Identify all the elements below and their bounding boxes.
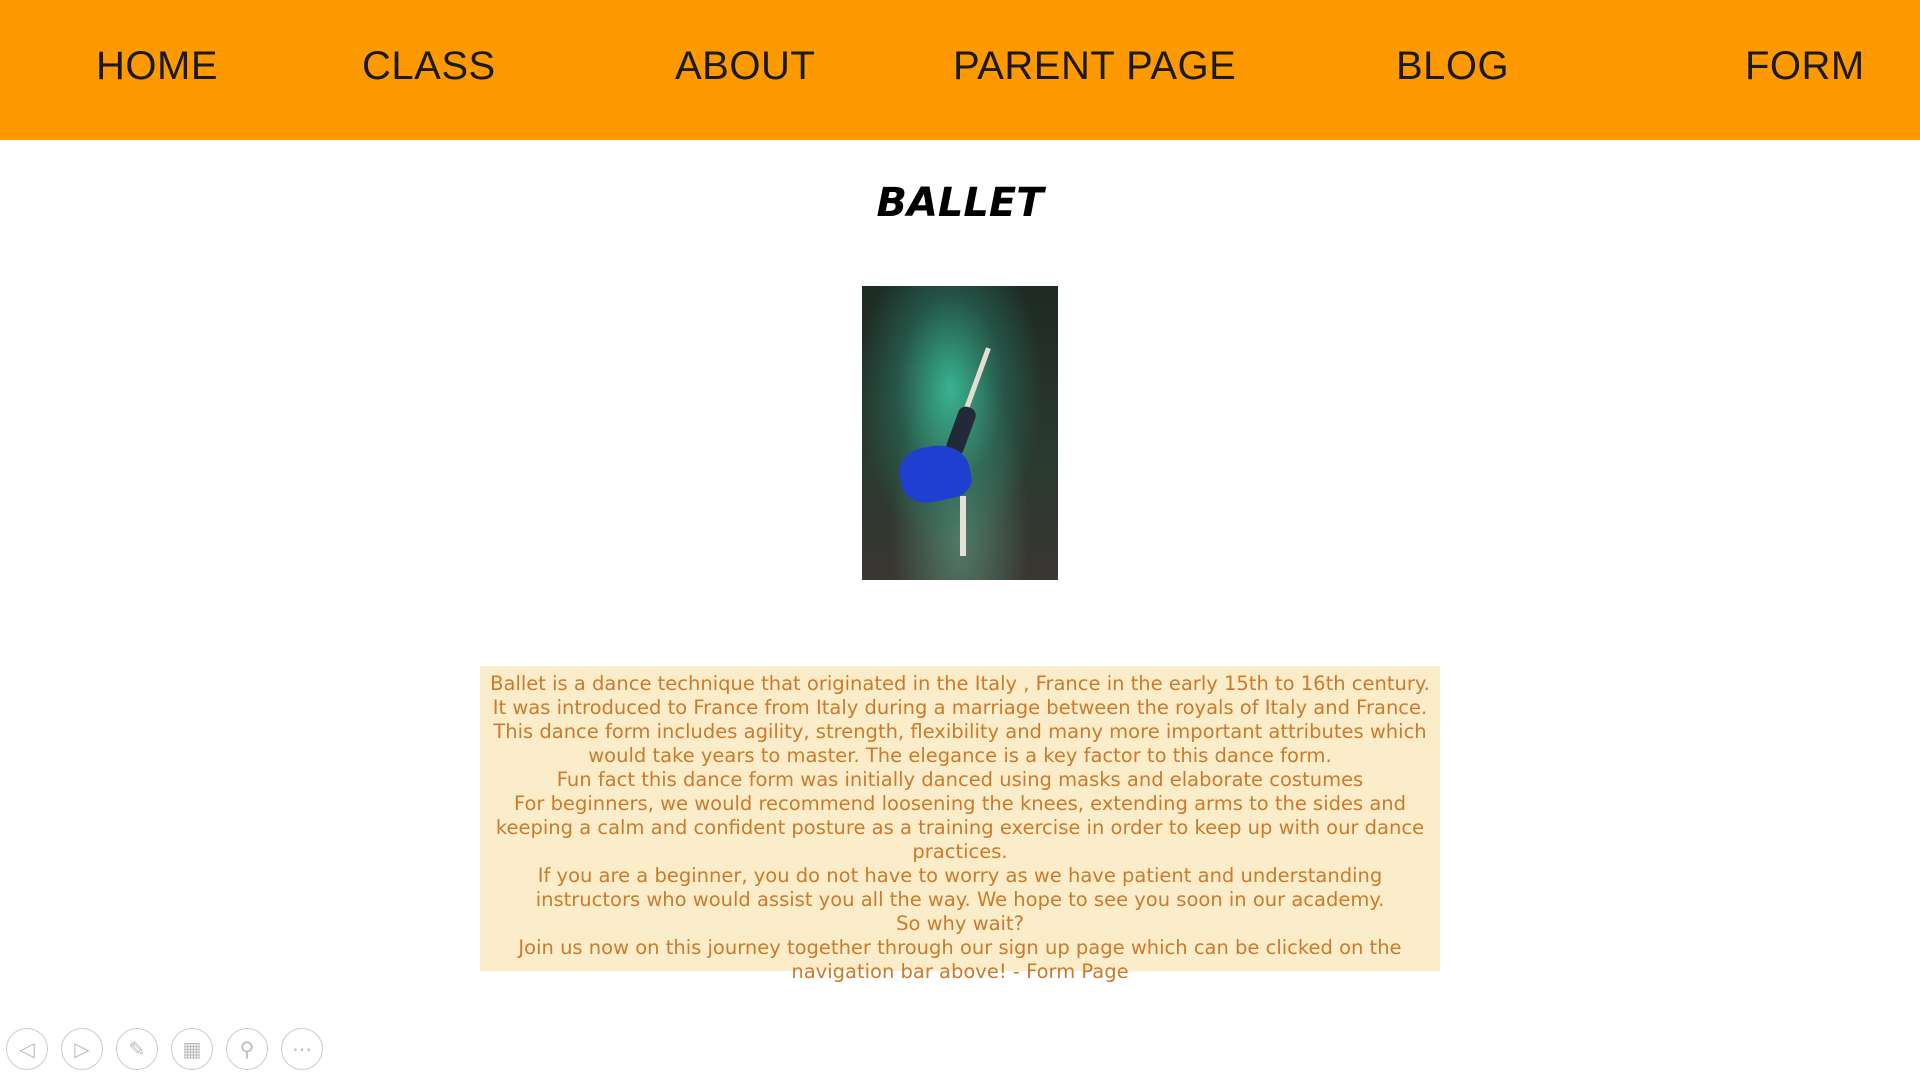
ballet-photo <box>862 286 1058 580</box>
nav-blog[interactable]: BLOG <box>1396 44 1509 89</box>
description-line: Fun fact this dance form was initially d… <box>556 768 1364 791</box>
more-options-icon[interactable]: ⋯ <box>281 1028 323 1070</box>
next-icon[interactable]: ▷ <box>61 1028 103 1070</box>
presentation-toolbar: ◁ ▷ ✎ ▦ ⚲ ⋯ <box>6 1028 323 1070</box>
description-box: Ballet is a dance technique that origina… <box>480 666 1440 983</box>
nav-about[interactable]: ABOUT <box>675 44 815 89</box>
description-line: This dance form includes agility, streng… <box>493 720 1427 767</box>
nav-home[interactable]: HOME <box>96 44 218 89</box>
page-title: BALLET <box>876 180 1044 226</box>
nav-bar: HOME CLASS ABOUT PARENT PAGE BLOG FORM <box>0 0 1920 140</box>
nav-class[interactable]: CLASS <box>362 44 496 89</box>
pen-icon[interactable]: ✎ <box>116 1028 158 1070</box>
nav-form[interactable]: FORM <box>1745 44 1865 89</box>
previous-icon[interactable]: ◁ <box>6 1028 48 1070</box>
description-line: Ballet is a dance technique that origina… <box>490 672 1430 695</box>
description-line: Join us now on this journey together thr… <box>518 936 1402 983</box>
slides-grid-icon[interactable]: ▦ <box>171 1028 213 1070</box>
description-line: So why wait? <box>896 912 1024 935</box>
zoom-icon[interactable]: ⚲ <box>226 1028 268 1070</box>
description-line: For beginners, we would recommend loosen… <box>495 792 1425 863</box>
description-line: If you are a beginner, you do not have t… <box>535 864 1385 911</box>
nav-parent-page[interactable]: PARENT PAGE <box>953 44 1236 89</box>
description-line: It was introduced to France from Italy d… <box>492 696 1428 719</box>
